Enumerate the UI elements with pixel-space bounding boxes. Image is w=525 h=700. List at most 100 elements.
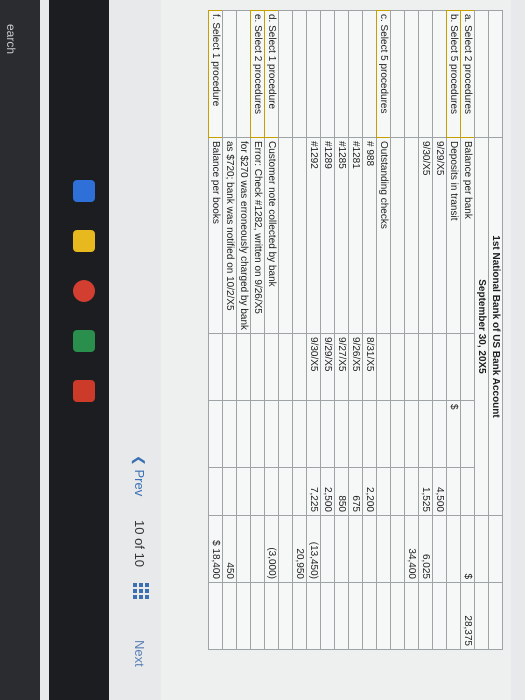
table-cell-g <box>264 582 279 650</box>
edge-browser-icon[interactable] <box>73 180 95 202</box>
page-current: 10 <box>132 520 147 535</box>
statement-date: September 30, 20X5 <box>476 279 487 374</box>
table-cell-b: Customer note collected by bank <box>264 137 279 334</box>
app-dock <box>49 0 109 700</box>
photo-background: earch 1st National Bank of US Bank Accou… <box>0 0 525 700</box>
table-cell-e <box>292 467 307 516</box>
table-cell-c: 9/26/X5 <box>348 333 363 401</box>
table-cell-a <box>404 10 419 138</box>
table-cell-g <box>236 582 251 650</box>
table-cell-b: #1285 <box>334 137 349 334</box>
pagination-bar: ❮ Prev 10 of 10 Next <box>115 0 155 700</box>
table-cell-e[interactable]: 7,225 <box>306 467 321 516</box>
table-cell-c: 8/31/X5 <box>362 333 377 401</box>
chrome-icon[interactable] <box>73 280 95 302</box>
table-cell-e <box>264 467 279 516</box>
search-box[interactable]: earch <box>0 10 40 70</box>
table-cell-g <box>208 582 223 650</box>
table-cell-a[interactable]: d. Select 1 procedure <box>264 10 279 138</box>
table-row: 34,400 <box>404 10 419 650</box>
table-cell-e[interactable]: 4,500 <box>432 467 447 516</box>
table-cell-f[interactable]: (13,450) <box>306 515 321 583</box>
table-cell-e <box>278 467 293 516</box>
table-row: d. Select 1 procedure Customer note colle… <box>264 10 279 650</box>
table-row: #1292 9/30/X5 7,225 (13,450) <box>306 10 321 650</box>
prev-button[interactable]: ❮ Prev <box>131 455 147 496</box>
table-cell-f[interactable]: 20,950 <box>292 515 307 583</box>
table-cell-b: Balance per bank <box>460 137 475 334</box>
table-cell-g <box>292 582 307 650</box>
table-cell-c <box>278 333 293 401</box>
table-row: 1st National Bank of US Bank Account <box>488 10 503 650</box>
table-cell-c <box>432 333 447 401</box>
table-row: b. Select 5 procedures Deposits in transi… <box>446 10 461 650</box>
file-explorer-icon[interactable] <box>73 230 95 252</box>
table-cell-c <box>390 333 405 401</box>
table-cell-a <box>306 10 321 138</box>
table-cell-f[interactable]: $ <box>460 515 475 583</box>
table-cell-e[interactable]: 2,200 <box>362 467 377 516</box>
table-cell-d <box>250 400 265 468</box>
table-cell-e[interactable]: 2,500 <box>320 467 335 516</box>
table-cell-e <box>390 467 405 516</box>
table-cell-f <box>362 515 377 583</box>
table-cell-b: as $720; bank was notified on 10/2/X5 <box>222 137 237 334</box>
table-cell-e <box>250 467 265 516</box>
table-cell-f <box>348 515 363 583</box>
table-cell-g[interactable]: 28,375 <box>460 582 475 650</box>
table-cell-f <box>320 515 335 583</box>
page-of: of <box>132 538 147 549</box>
table-cell-f[interactable]: $ 18,400 <box>208 515 223 583</box>
table-cell-c: 9/27/X5 <box>334 333 349 401</box>
table-cell-c <box>404 333 419 401</box>
table-date: September 30, 20X5 <box>474 137 489 516</box>
table-cell-d <box>320 400 335 468</box>
table-cell-a <box>334 10 349 138</box>
chevron-left-icon: ❮ <box>132 455 147 470</box>
table-cell-d <box>376 400 391 468</box>
table-cell-f[interactable]: 6,025 <box>418 515 433 583</box>
table-cell-g <box>418 582 433 650</box>
table-cell-e <box>236 467 251 516</box>
table-cell-f[interactable]: (3,000) <box>264 515 279 583</box>
table-cell-a[interactable]: e. Select 2 procedures <box>250 10 265 138</box>
table-cell-b: Outstanding checks <box>376 137 391 334</box>
table-cell-f[interactable]: 450 <box>222 515 237 583</box>
table-cell-f[interactable]: 34,400 <box>404 515 419 583</box>
table-cell-b <box>404 137 419 334</box>
table-cell-a[interactable]: b. Select 5 procedures <box>446 10 461 138</box>
table-cell-c: 9/29/X5 <box>320 333 335 401</box>
table-cell-d <box>334 400 349 468</box>
table-cell-a <box>418 10 433 138</box>
table-cell-g <box>432 582 447 650</box>
table-cell-e <box>460 467 475 516</box>
grid-view-icon[interactable] <box>133 583 149 599</box>
app-icon-2[interactable] <box>73 380 95 402</box>
table-cell-a <box>236 10 251 138</box>
table-row: #1289 9/29/X5 2,500 <box>320 10 335 650</box>
table-cell-d <box>222 400 237 468</box>
table-cell-e[interactable]: 675 <box>348 467 363 516</box>
table-cell-f <box>446 515 461 583</box>
table-cell-b: #1289 <box>320 137 335 334</box>
table-cell-d <box>264 400 279 468</box>
table-cell-g <box>222 582 237 650</box>
table-cell-e[interactable]: 850 <box>334 467 349 516</box>
table-cell-b: #1292 <box>306 137 321 334</box>
table-cell-a <box>278 10 293 138</box>
next-button[interactable]: Next <box>132 640 147 667</box>
table-cell-e[interactable]: 1,525 <box>418 467 433 516</box>
table-cell-a[interactable]: c. Select 5 procedures <box>376 10 391 138</box>
table-row <box>390 10 405 650</box>
table-cell-b <box>278 137 293 334</box>
table-cell-a[interactable]: f. Select 1 procedure <box>208 10 223 138</box>
table-cell-d <box>292 400 307 468</box>
table-cell-b: for $270 was erroneously charged by bank <box>236 137 251 334</box>
app-icon[interactable] <box>73 330 95 352</box>
table-cell-d <box>278 400 293 468</box>
table-cell-c <box>236 333 251 401</box>
table-row <box>278 10 293 650</box>
table-cell-a[interactable]: a. Select 2 procedures <box>460 10 475 138</box>
table-cell-d <box>362 400 377 468</box>
table-cell-c <box>208 333 223 401</box>
